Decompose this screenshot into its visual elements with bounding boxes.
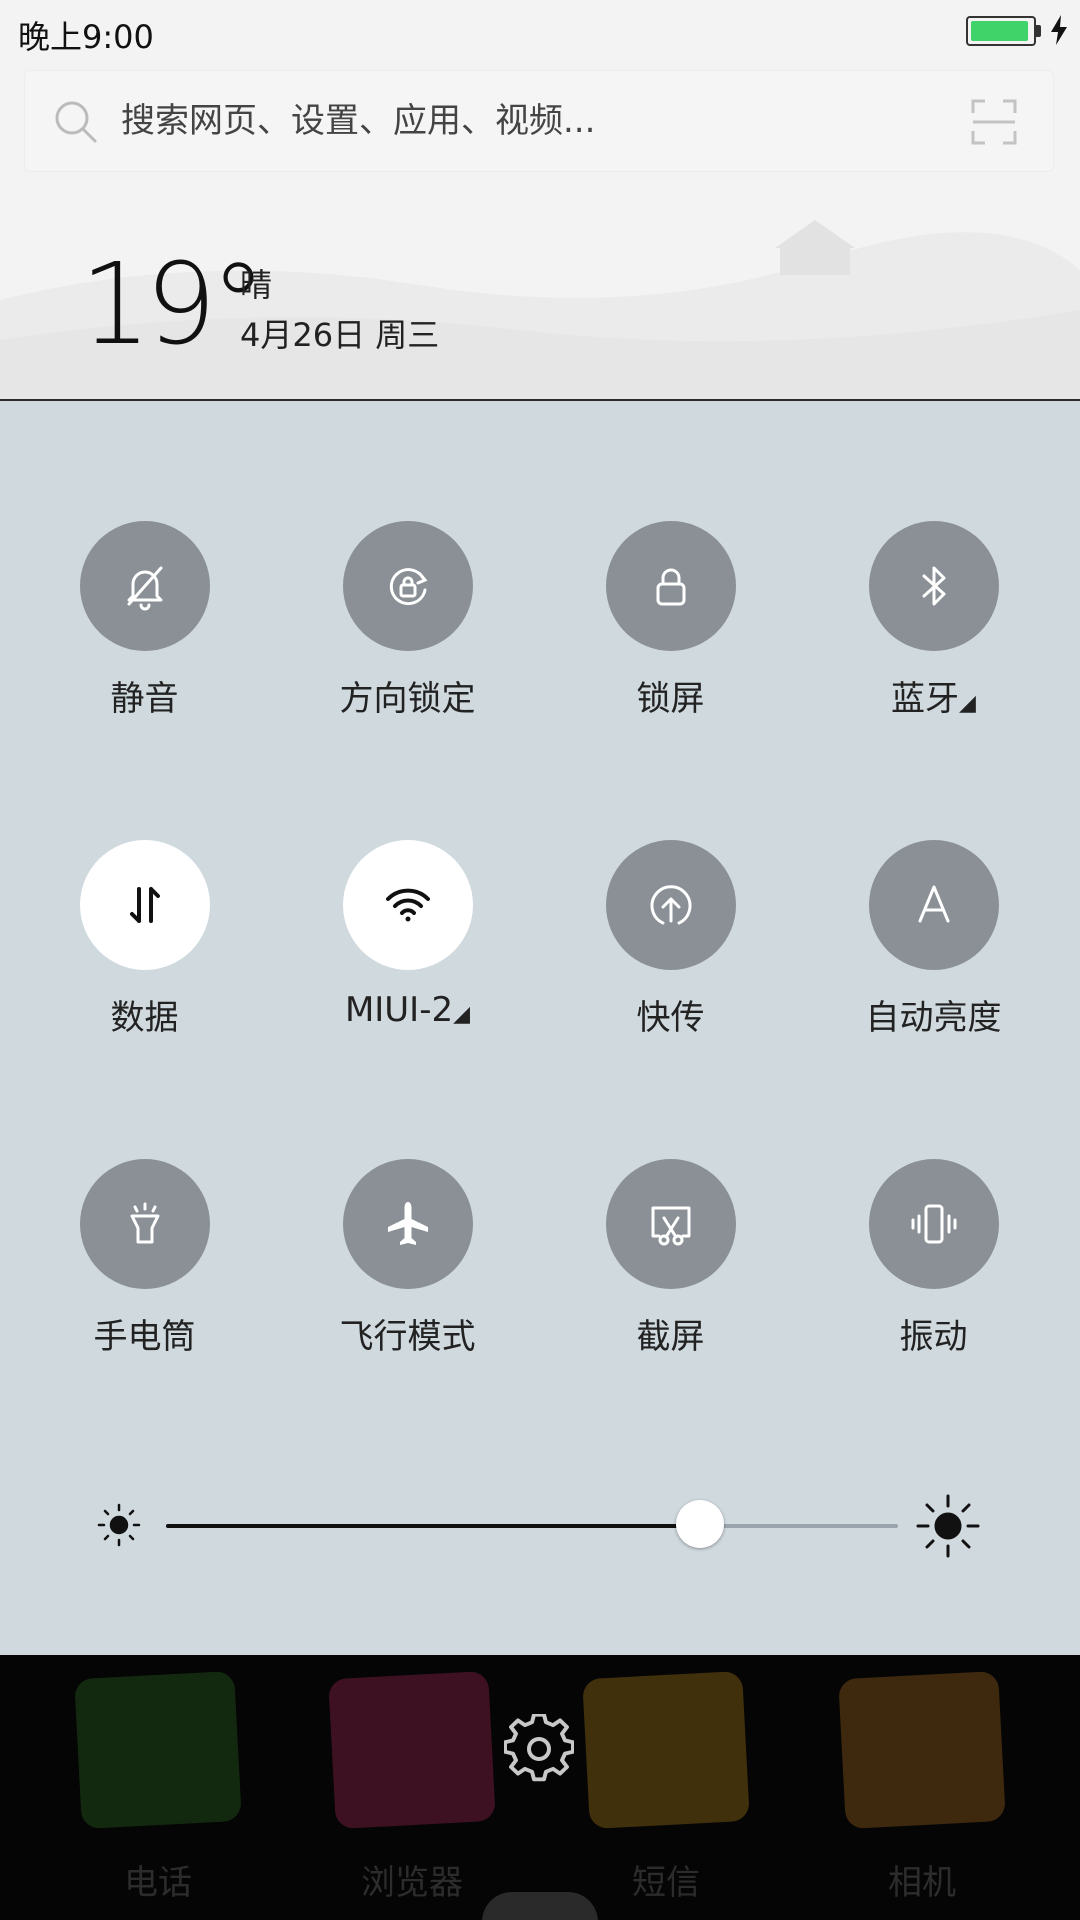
toggle-label: 数据 <box>110 998 179 1038</box>
toggle-label: 手电筒 <box>93 1317 196 1357</box>
scan-icon[interactable] <box>969 97 1019 147</box>
toggle-label: 锁屏 <box>636 679 705 719</box>
toggle-label: 振动 <box>899 1317 968 1357</box>
auto-brightness-icon <box>918 885 950 923</box>
toggle-data[interactable]: 数据 <box>13 840 276 1040</box>
toggle-auto-brightness[interactable]: 自动亮度 <box>802 840 1065 1040</box>
toggle-screenshot-button[interactable] <box>606 1159 736 1289</box>
toggle-auto-brightness-button[interactable] <box>869 840 999 970</box>
dribbble-browser-icon <box>328 1670 496 1830</box>
toggle-mute-button[interactable] <box>80 521 210 651</box>
toggle-label: 蓝牙 <box>891 679 960 719</box>
dock-app-label: 浏览器 <box>361 1863 463 1903</box>
toggle-label: 飞行模式 <box>339 1317 476 1357</box>
dock-app-label: 短信 <box>632 1863 700 1903</box>
data-arrows-icon <box>130 887 160 923</box>
toggle-label: 快传 <box>636 998 705 1038</box>
toggle-label: 静音 <box>110 679 179 719</box>
brightness-slider[interactable] <box>166 1500 898 1548</box>
toggle-vibrate-button[interactable] <box>869 1159 999 1289</box>
brightness-low-icon <box>97 1503 141 1547</box>
flashlight-icon <box>130 1202 160 1244</box>
weather-date: 4月26日 周三 <box>240 316 440 354</box>
instagram-camera-icon <box>838 1670 1006 1830</box>
submenu-indicator-icon: ◢ <box>453 1002 471 1027</box>
toggle-bluetooth-button[interactable] <box>869 521 999 651</box>
search-input[interactable] <box>121 71 941 171</box>
brightness-slider-thumb[interactable] <box>676 1500 725 1548</box>
toggle-data-button[interactable] <box>80 840 210 970</box>
settings-gear-icon[interactable] <box>504 1714 574 1784</box>
toggle-label: 截屏 <box>636 1317 705 1357</box>
toggle-screenshot[interactable]: 截屏 <box>539 1159 802 1359</box>
toggle-label-row: MIUI-2◢ <box>276 990 539 1030</box>
battery-icon <box>966 16 1036 46</box>
battery-tip <box>1036 25 1041 37</box>
rotation-lock-icon <box>389 568 428 606</box>
toggle-wifi-button[interactable] <box>343 840 473 970</box>
status-bar: 晚上9:00 <box>0 0 1080 60</box>
vibrate-icon <box>911 1204 957 1244</box>
toggle-flashlight-button[interactable] <box>80 1159 210 1289</box>
battery-level <box>971 21 1028 41</box>
toggle-rotation-lock-button[interactable] <box>343 521 473 651</box>
toggle-vibrate[interactable]: 振动 <box>802 1159 1065 1359</box>
toggle-quick-share[interactable]: 快传 <box>539 840 802 1040</box>
wifi-icon <box>386 888 430 922</box>
whatsapp-phone-icon <box>74 1670 242 1830</box>
toggle-lock-screen-button[interactable] <box>606 521 736 651</box>
brightness-high-icon <box>916 1494 980 1558</box>
dock: 电话 浏览器 短信 相机 <box>0 1655 1080 1920</box>
dock-app-label: 相机 <box>888 1863 956 1903</box>
toggle-label: MIUI-2 <box>344 990 454 1030</box>
upload-icon <box>650 885 692 925</box>
top-panel: 晚上9:00 19° 晴 4月26日 周三 <box>0 0 1080 401</box>
brightness-slider-fill <box>166 1524 701 1528</box>
toggle-wifi[interactable]: MIUI-2◢ <box>276 840 539 1040</box>
dock-app-camera[interactable]: 相机 <box>832 1670 1012 1915</box>
submenu-indicator-icon: ◢ <box>959 691 976 716</box>
drawer-handle[interactable] <box>482 1892 598 1920</box>
toggle-airplane-button[interactable] <box>343 1159 473 1289</box>
dock-app-browser[interactable]: 浏览器 <box>322 1670 502 1915</box>
temperature: 19° <box>80 240 266 370</box>
toggle-lock-screen[interactable]: 锁屏 <box>539 521 802 721</box>
toggle-rotation-lock[interactable]: 方向锁定 <box>276 521 539 721</box>
toggle-flashlight[interactable]: 手电筒 <box>13 1159 276 1359</box>
dock-app-label: 电话 <box>124 1863 192 1903</box>
toggle-label: 方向锁定 <box>339 679 476 719</box>
weather-condition: 晴 <box>240 266 273 304</box>
dock-app-phone[interactable]: 电话 <box>68 1670 248 1915</box>
toggle-bluetooth[interactable]: 蓝牙◢ <box>802 521 1065 721</box>
search-icon <box>55 101 97 143</box>
toggle-label-row: 蓝牙◢ <box>802 671 1065 720</box>
lock-icon <box>656 568 686 606</box>
charging-icon <box>1051 15 1067 45</box>
bell-off-icon <box>127 566 163 611</box>
bluetooth-icon <box>922 566 946 606</box>
toggle-quick-share-button[interactable] <box>606 840 736 970</box>
airplane-icon <box>388 1202 428 1245</box>
toggle-mute[interactable]: 静音 <box>13 521 276 721</box>
toggle-airplane[interactable]: 飞行模式 <box>276 1159 539 1359</box>
mail-icon <box>582 1670 750 1830</box>
status-time: 晚上9:00 <box>18 18 154 56</box>
dock-app-messages[interactable]: 短信 <box>576 1670 756 1915</box>
toggle-label: 自动亮度 <box>865 998 1002 1038</box>
screenshot-icon <box>651 1206 691 1246</box>
search-bar[interactable] <box>24 70 1054 172</box>
